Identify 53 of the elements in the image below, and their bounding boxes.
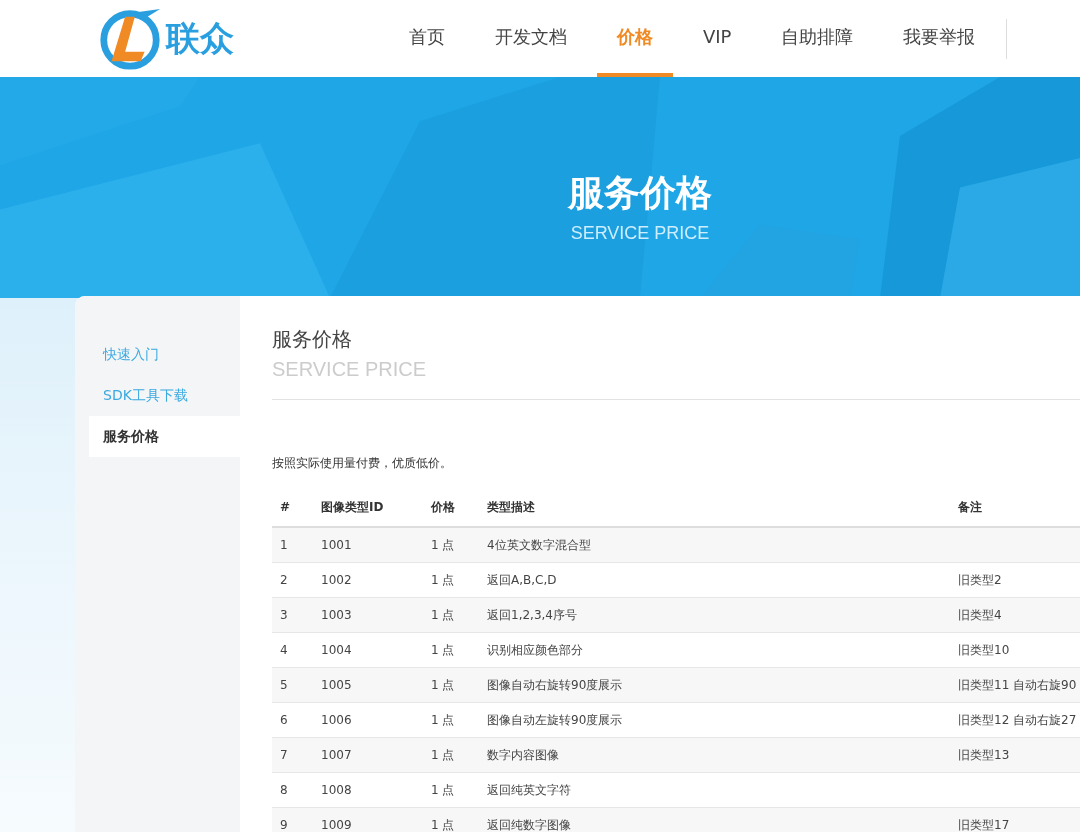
section-title: 服务价格	[272, 326, 353, 352]
sidebar-item[interactable]: 服务价格	[89, 416, 241, 457]
table-cell: 1	[280, 538, 288, 552]
table-cell: 图像自动左旋转90度展示	[487, 712, 623, 727]
table-cell: 3	[280, 608, 288, 622]
table-cell: 6	[280, 713, 288, 727]
table-cell: 1003	[321, 608, 352, 622]
hero-title: 服务价格	[568, 171, 712, 215]
table-cell: 返回纯数字图像	[487, 817, 571, 832]
table-cell: 1 点	[431, 817, 455, 832]
table-cell: 1008	[321, 783, 352, 797]
table-cell: 旧类型17	[958, 817, 1010, 832]
table-cell: 8	[280, 783, 288, 797]
table-cell: 4	[280, 643, 288, 657]
table-cell: 旧类型10	[958, 642, 1010, 657]
nav-tab[interactable]: VIP	[683, 0, 752, 77]
table-cell: 图像自动右旋转90度展示	[487, 677, 623, 692]
nav-tab[interactable]: 开发文档	[475, 0, 587, 77]
table-cell: 数字内容图像	[487, 747, 559, 762]
table-cell: 9	[280, 818, 288, 832]
table-cell: 1 点	[431, 572, 455, 587]
table-cell: 识别相应颜色部分	[487, 642, 583, 657]
table-cell: 1 点	[431, 782, 455, 797]
table-cell: 4位英文数字混合型	[487, 537, 591, 552]
table-cell: 1007	[321, 748, 352, 762]
table-cell: 返回1,2,3,4序号	[487, 607, 577, 622]
nav-tab[interactable]: 首页	[389, 0, 465, 77]
table-cell: 返回A,B,C,D	[487, 572, 557, 587]
table-cell: 旧类型11 自动右旋90	[958, 677, 1077, 692]
table-cell: 1 点	[431, 642, 455, 657]
table-cell: 1002	[321, 573, 352, 587]
nav-tab[interactable]: 自助排障	[761, 0, 874, 77]
table-cell: 1004	[321, 643, 352, 657]
table-cell: 2	[280, 573, 288, 587]
table-cell: 1 点	[431, 677, 455, 692]
table-cell: 7	[280, 748, 288, 762]
table-cell: 1006	[321, 713, 352, 727]
table-cell: 1 点	[431, 537, 455, 552]
table-cell: 旧类型4	[958, 607, 1002, 622]
table-cell: 旧类型12 自动右旋27	[958, 712, 1077, 727]
table-cell: 1 点	[431, 747, 455, 762]
table-cell: 1009	[321, 818, 352, 832]
table-cell: 1 点	[431, 712, 455, 727]
table-cell: 1001	[321, 538, 352, 552]
table-cell: 5	[280, 678, 288, 692]
table-cell: 旧类型2	[958, 572, 1002, 587]
table-cell: 旧类型13	[958, 747, 1010, 762]
table-cell: 返回纯英文字符	[487, 782, 571, 797]
nav-tab[interactable]: 我要举报	[883, 0, 996, 77]
hero-subtitle: SERVICE PRICE	[570, 223, 710, 244]
table-cell: 1 点	[431, 607, 455, 622]
intro-text: 按照实际使用量付费，优质低价。	[272, 455, 452, 472]
table-cell: 1005	[321, 678, 352, 692]
